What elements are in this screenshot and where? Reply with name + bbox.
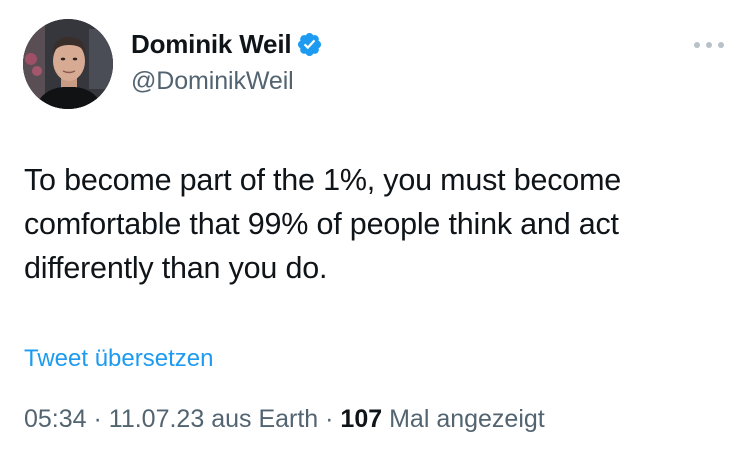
author-info: Dominik Weil @DominikWeil bbox=[131, 27, 323, 96]
translate-tweet-link[interactable]: Tweet übersetzen bbox=[24, 345, 213, 373]
more-dot bbox=[718, 42, 724, 48]
tweet-card: Dominik Weil @DominikWeil To become part… bbox=[0, 0, 750, 460]
more-horizontal-icon[interactable] bbox=[694, 40, 724, 50]
author-display-name[interactable]: Dominik Weil bbox=[131, 29, 292, 60]
views-label: Mal angezeigt bbox=[382, 405, 545, 433]
verified-badge-icon bbox=[296, 31, 323, 58]
author-name-row: Dominik Weil bbox=[131, 27, 323, 61]
author-handle[interactable]: @DominikWeil bbox=[131, 67, 323, 96]
tweet-time[interactable]: 05:34 bbox=[24, 405, 87, 433]
avatar[interactable] bbox=[23, 19, 113, 109]
tweet-text: To become part of the 1%, you must becom… bbox=[24, 163, 622, 285]
tweet-source: aus Earth bbox=[204, 405, 319, 433]
tweet-meta: 05:34 · 11.07.23 aus Earth · 107 Mal ang… bbox=[24, 405, 545, 434]
tweet-date[interactable]: 11.07.23 bbox=[109, 405, 204, 433]
meta-separator: · bbox=[318, 405, 341, 433]
meta-separator: · bbox=[86, 405, 109, 433]
views-count[interactable]: 107 bbox=[340, 405, 382, 433]
more-dot bbox=[694, 42, 700, 48]
more-dot bbox=[706, 42, 712, 48]
